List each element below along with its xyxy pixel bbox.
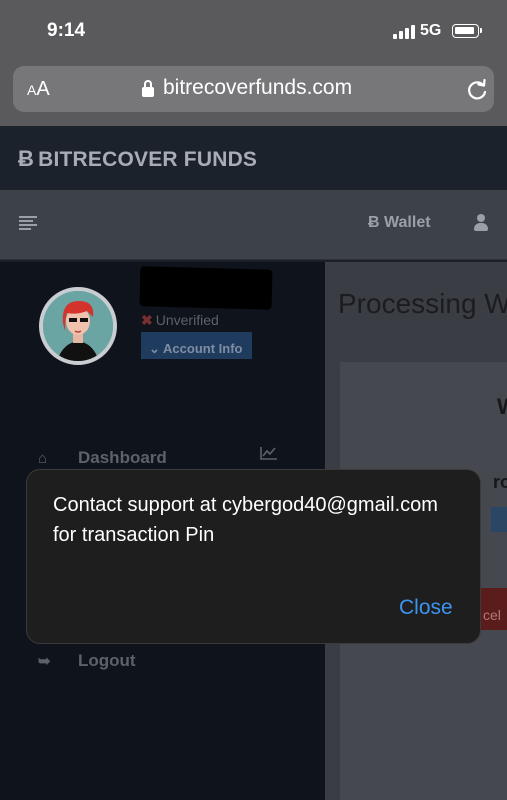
chevron-down-icon: ⌄ [149,340,160,356]
sidebar-item-dashboard[interactable]: ⌂ Dashboard [38,448,167,468]
battery-icon [452,24,482,38]
cancel-button[interactable]: cel [477,588,507,630]
progress-bar [491,507,507,532]
reload-icon[interactable] [464,77,490,103]
avatar [39,287,117,365]
close-button[interactable]: Close [399,596,453,620]
bitcoin-icon: Ƀ [18,146,35,171]
card-heading: W [497,394,507,420]
wallet-label: Wallet [384,214,431,231]
brand-name: BITRECOVER FUNDS [38,148,258,171]
bitcoin-icon: Ƀ [368,214,380,231]
chart-icon [260,447,277,460]
url-text[interactable]: bitrecoverfunds.com [163,76,352,100]
sidebar-item-logout[interactable]: ➥ Logout [38,651,136,671]
unverified-icon: ✖ [141,312,153,328]
logout-icon: ➥ [38,653,51,670]
menu-toggle-icon[interactable] [19,216,37,230]
account-info-button[interactable]: ⌄ Account Info [141,332,252,359]
avatar-illustration [43,291,113,361]
sidebar-item-label: Logout [78,651,136,670]
reader-settings-button[interactable]: AA [27,78,50,101]
home-icon: ⌂ [38,450,48,467]
top-toolbar: Ƀ Wallet [0,190,507,260]
cellular-signal-icon [393,25,415,39]
address-bar[interactable]: AA bitrecoverfunds.com [13,66,494,112]
verification-status: ✖ Unverified [141,312,219,328]
wallet-link[interactable]: Ƀ Wallet [368,214,431,232]
status-time: 9:14 [47,20,86,41]
dialog-message: Contact support at cybergod40@gmail.com … [53,494,438,546]
username-redacted [139,266,273,310]
card-subheading: roc [493,472,507,492]
brand-logo[interactable]: Ƀ BITRECOVER FUNDS [18,146,257,172]
alert-dialog: Contact support at cybergod40@gmail.com … [26,469,481,644]
status-bar: 9:14 5G [0,0,507,60]
lock-icon [142,80,154,97]
sidebar-item-label: Dashboard [78,448,167,467]
site-header: Ƀ BITRECOVER FUNDS [0,126,507,190]
browser-chrome: AA bitrecoverfunds.com [0,60,507,126]
page-title: Processing W [338,288,507,319]
user-icon[interactable] [474,214,488,231]
network-type: 5G [420,22,442,39]
